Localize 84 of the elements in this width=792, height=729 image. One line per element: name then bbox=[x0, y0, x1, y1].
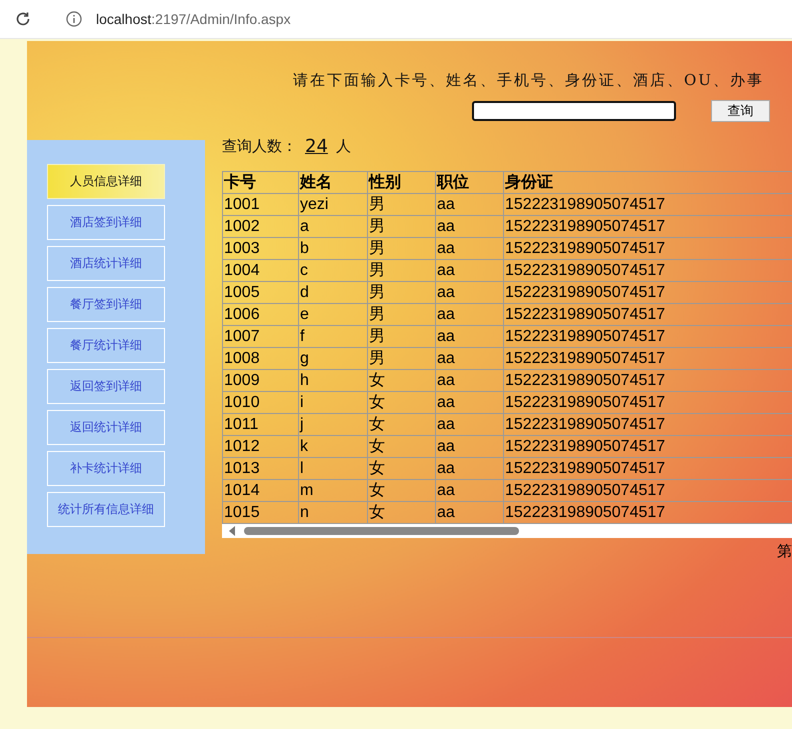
table-cell: d bbox=[298, 282, 368, 304]
table-cell: aa bbox=[436, 370, 504, 392]
url-path: :2197/Admin/Info.aspx bbox=[151, 11, 291, 27]
table-cell: 1009 bbox=[222, 370, 298, 392]
table-cell: aa bbox=[436, 304, 504, 326]
table-cell: g bbox=[298, 348, 368, 370]
sidebar-item[interactable]: 酒店签到详细 bbox=[47, 205, 165, 240]
table-cell: 1002 bbox=[222, 216, 298, 238]
count-value[interactable]: 24 bbox=[305, 136, 328, 156]
scrollbar-thumb[interactable] bbox=[244, 527, 519, 535]
column-header: 卡号 bbox=[222, 172, 298, 194]
table-cell: aa bbox=[436, 348, 504, 370]
table-cell: e bbox=[298, 304, 368, 326]
table-cell: aa bbox=[436, 436, 504, 458]
table-cell: 1012 bbox=[222, 436, 298, 458]
table-cell: aa bbox=[436, 326, 504, 348]
table-cell: yezi bbox=[298, 194, 368, 216]
count-label: 查询人数： bbox=[222, 136, 297, 156]
sidebar-item[interactable]: 酒店统计详细 bbox=[47, 246, 165, 281]
table-cell: aa bbox=[436, 414, 504, 436]
search-button[interactable]: 查询 bbox=[711, 100, 770, 122]
table-cell: j bbox=[298, 414, 368, 436]
table-cell: 1011 bbox=[222, 414, 298, 436]
table-cell: 女 bbox=[368, 436, 436, 458]
instruction-text: 请在下面输入卡号、姓名、手机号、身份证、酒店、OU、办事 bbox=[292, 70, 765, 90]
table-cell: m bbox=[298, 480, 368, 502]
column-header: 姓名 bbox=[298, 172, 368, 194]
table-cell: 男 bbox=[368, 348, 436, 370]
table-cell: aa bbox=[436, 216, 504, 238]
table-cell: 1004 bbox=[222, 260, 298, 282]
column-header: 职位 bbox=[436, 172, 504, 194]
table-cell: aa bbox=[436, 458, 504, 480]
table-cell: aa bbox=[436, 480, 504, 502]
table-cell: 1001 bbox=[222, 194, 298, 216]
sidebar-item[interactable]: 人员信息详细 bbox=[47, 164, 165, 199]
search-field[interactable] bbox=[472, 101, 676, 121]
table-cell: 男 bbox=[368, 304, 436, 326]
table-cell: f bbox=[298, 326, 368, 348]
url-host: localhost bbox=[96, 11, 152, 27]
table-cell: 1013 bbox=[222, 458, 298, 480]
table-cell: 1008 bbox=[222, 348, 298, 370]
table-cell: 1005 bbox=[222, 282, 298, 304]
table-cell: a bbox=[298, 216, 368, 238]
table-cell: aa bbox=[436, 282, 504, 304]
table-cell: l bbox=[298, 458, 368, 480]
horizontal-scrollbar[interactable] bbox=[222, 524, 792, 538]
count-unit: 人 bbox=[336, 136, 351, 156]
table-cell: 1014 bbox=[222, 480, 298, 502]
scroll-left-icon[interactable] bbox=[228, 526, 236, 536]
table-cell: 1006 bbox=[222, 304, 298, 326]
table-cell: b bbox=[298, 238, 368, 260]
column-header: 身份证 bbox=[504, 172, 792, 194]
table-cell: 女 bbox=[368, 370, 436, 392]
table-cell: 1010 bbox=[222, 392, 298, 414]
table-cell: 1003 bbox=[222, 238, 298, 260]
table-cell: aa bbox=[436, 238, 504, 260]
table-cell: 女 bbox=[368, 414, 436, 436]
table-cell: 男 bbox=[368, 238, 436, 260]
sidebar-item[interactable]: 返回统计详细 bbox=[47, 410, 165, 445]
table-cell: 男 bbox=[368, 326, 436, 348]
sidebar-item[interactable]: 统计所有信息详细 bbox=[47, 492, 165, 527]
table-cell: 女 bbox=[368, 392, 436, 414]
table-cell: i bbox=[298, 392, 368, 414]
table-cell: 男 bbox=[368, 260, 436, 282]
table-cell: aa bbox=[436, 260, 504, 282]
table-cell: 男 bbox=[368, 194, 436, 216]
sidebar-item[interactable]: 餐厅签到详细 bbox=[47, 287, 165, 322]
sidebar-item[interactable]: 补卡统计详细 bbox=[47, 451, 165, 486]
table-cell: c bbox=[298, 260, 368, 282]
column-header: 性别 bbox=[368, 172, 436, 194]
table-cell: 女 bbox=[368, 480, 436, 502]
sidebar-item[interactable]: 餐厅统计详细 bbox=[47, 328, 165, 363]
sidebar-item[interactable]: 返回签到详细 bbox=[47, 369, 165, 404]
table-cell: k bbox=[298, 436, 368, 458]
table-cell: 男 bbox=[368, 282, 436, 304]
table-cell: h bbox=[298, 370, 368, 392]
table-cell: 1007 bbox=[222, 326, 298, 348]
pager-text: 第 bbox=[777, 542, 792, 561]
info-icon[interactable] bbox=[66, 11, 82, 27]
table-cell: aa bbox=[436, 194, 504, 216]
table-cell: 男 bbox=[368, 216, 436, 238]
table-cell: 女 bbox=[368, 458, 436, 480]
table-cell: aa bbox=[436, 392, 504, 414]
reload-icon[interactable] bbox=[14, 10, 32, 28]
